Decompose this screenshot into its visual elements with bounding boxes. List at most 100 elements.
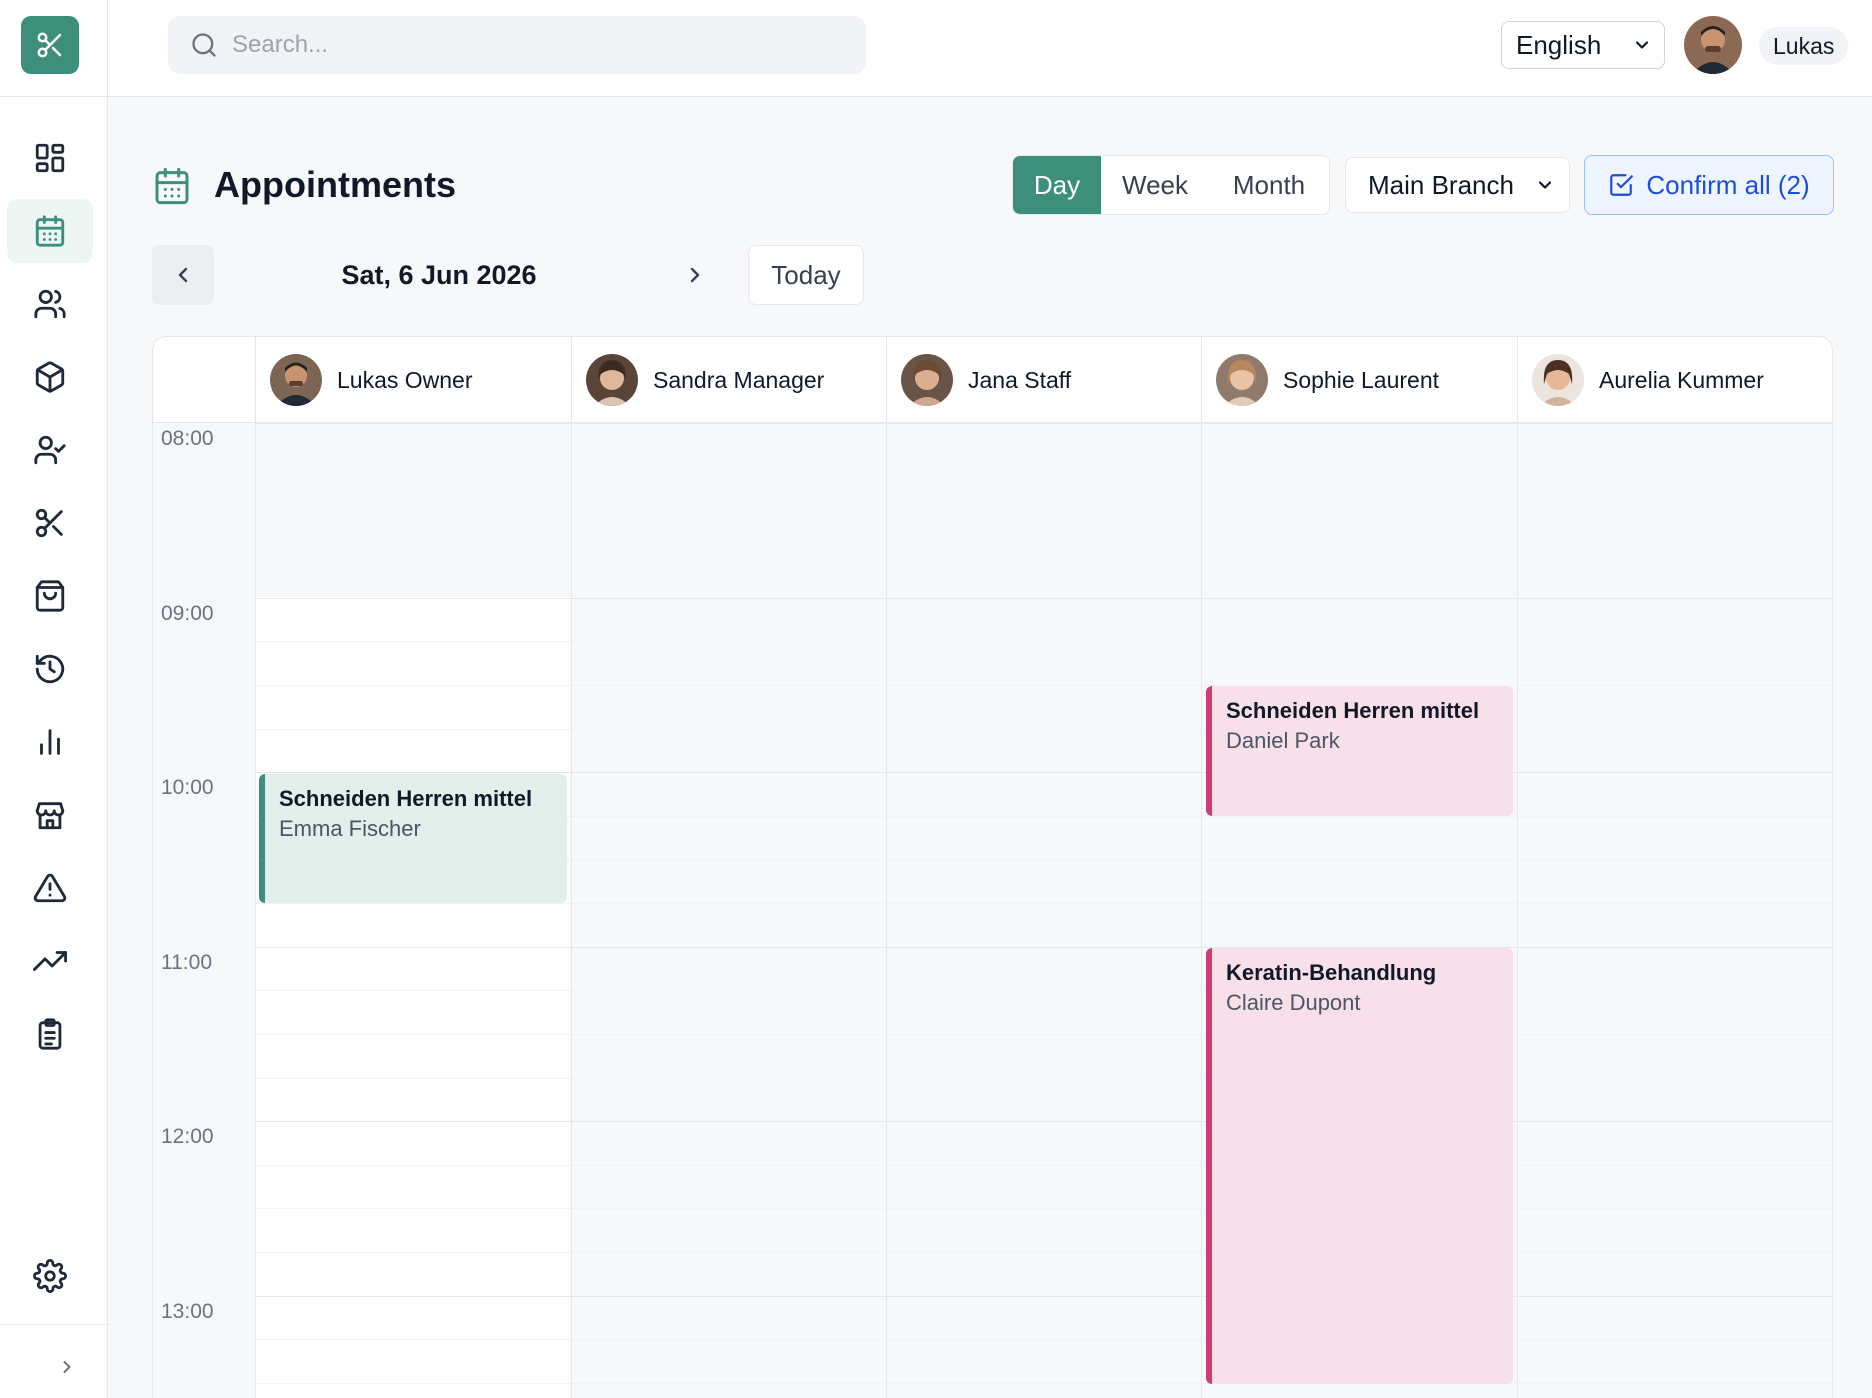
quarter-line [255, 1208, 1832, 1209]
staff-name: Lukas Owner [337, 366, 473, 393]
user-name: Lukas [1773, 32, 1835, 59]
topbar: English Lukas [108, 0, 1872, 97]
sidebar-item-alerts[interactable] [7, 856, 93, 920]
staff-column-header[interactable]: Sandra Manager [571, 337, 886, 423]
bar-chart-icon [40, 729, 60, 755]
sidebar-item-dashboard[interactable] [7, 126, 93, 190]
hour-line [255, 1121, 1832, 1122]
view-month-button[interactable]: Month [1209, 156, 1329, 214]
branch-value: Main Branch [1368, 169, 1514, 200]
page-title: Appointments [214, 164, 456, 205]
appointment-service: Keratin-Behandlung [1226, 960, 1437, 985]
closed-time-block [571, 597, 1832, 1398]
sidebar-item-products[interactable] [7, 345, 93, 409]
appointment-service: Schneiden Herren mittel [279, 786, 533, 811]
search-input[interactable] [232, 31, 832, 59]
staff-avatar [586, 354, 638, 406]
column-divider [571, 423, 572, 1398]
staff-column-header[interactable]: Sophie Laurent [1201, 337, 1517, 423]
staff-name: Aurelia Kummer [1599, 366, 1764, 393]
appointment-card[interactable]: Schneiden Herren mittel Daniel Park [1206, 686, 1513, 816]
sidebar-divider [0, 1324, 108, 1325]
sidebar-item-analytics[interactable] [7, 929, 93, 993]
time-label: 13:00 [161, 1300, 214, 1323]
sidebar-item-branches[interactable] [7, 783, 93, 847]
appointment-client: Emma Fischer [279, 816, 421, 841]
settings-icon [33, 1259, 67, 1293]
sidebar-item-staff[interactable] [7, 418, 93, 482]
appointment-card[interactable]: Keratin-Behandlung Claire Dupont [1206, 948, 1513, 1384]
closed-time-block [255, 423, 1832, 597]
previous-day-button[interactable] [152, 245, 214, 305]
trending-up-icon [33, 951, 67, 971]
calendar-icon [35, 215, 65, 247]
alert-triangle-icon [33, 873, 67, 903]
day-calendar: 08:00 09:00 10:00 11:00 12:00 13:00 Luka… [152, 336, 1833, 1398]
hour-line [255, 598, 1832, 599]
user-name-chip[interactable]: Lukas [1759, 27, 1849, 65]
quarter-line [255, 729, 1832, 730]
staff-name: Sandra Manager [653, 366, 825, 393]
history-icon [35, 654, 65, 684]
confirm-all-button[interactable]: Confirm all (2) [1584, 155, 1834, 215]
staff-column-header[interactable]: Jana Staff [886, 337, 1201, 423]
chevron-right-icon [63, 1361, 71, 1373]
staff-avatar [1532, 354, 1584, 406]
scissors-icon [35, 508, 63, 538]
appointment-card[interactable]: Schneiden Herren mittel Emma Fischer [259, 774, 567, 903]
sidebar-item-history[interactable] [7, 637, 93, 701]
quarter-line [255, 1034, 1832, 1035]
appointment-client: Claire Dupont [1226, 990, 1361, 1015]
store-icon [35, 802, 65, 830]
column-divider [1517, 423, 1518, 1398]
users-icon [34, 289, 66, 319]
sidebar-expand-button[interactable] [50, 1350, 84, 1384]
time-label: 08:00 [161, 427, 214, 450]
quarter-line [255, 990, 1832, 991]
clipboard-icon [38, 1018, 62, 1050]
column-divider [1201, 423, 1202, 1398]
view-week-button[interactable]: Week [1101, 156, 1209, 214]
quarter-line [255, 685, 1832, 686]
sidebar-divider [0, 96, 108, 97]
user-check-icon [34, 435, 66, 465]
hour-line [255, 423, 1832, 424]
user-avatar[interactable] [1684, 16, 1742, 74]
sidebar-item-services[interactable] [7, 491, 93, 555]
hour-line [255, 1296, 1832, 1297]
sidebar [0, 0, 108, 1398]
sidebar-item-settings[interactable] [7, 1244, 93, 1308]
time-label: 10:00 [161, 776, 214, 799]
sidebar-item-tasks[interactable] [7, 1002, 93, 1066]
quarter-line [255, 1165, 1832, 1166]
chevron-right-icon [690, 267, 700, 283]
time-label: 12:00 [161, 1125, 214, 1148]
sidebar-item-customers[interactable] [7, 272, 93, 336]
quarter-line [255, 1078, 1832, 1079]
staff-avatar [270, 354, 322, 406]
quarter-line [255, 1252, 1832, 1253]
app-logo[interactable] [21, 16, 79, 74]
closed-time-block [1201, 423, 1517, 597]
appointment-client: Daniel Park [1226, 728, 1340, 753]
chevron-left-icon [178, 267, 188, 283]
search-icon [192, 33, 216, 57]
today-button[interactable]: Today [748, 245, 864, 305]
sidebar-item-appointments[interactable] [7, 199, 93, 263]
sidebar-item-shop[interactable] [7, 564, 93, 628]
package-icon [35, 361, 65, 393]
calendar-icon [152, 166, 192, 206]
branch-select[interactable]: Main Branch [1345, 157, 1570, 213]
time-column [153, 423, 255, 1398]
staff-column-header[interactable]: Aurelia Kummer [1517, 337, 1832, 423]
quarter-line [255, 1383, 1832, 1384]
staff-column-header[interactable]: Lukas Owner [255, 337, 571, 423]
next-day-button[interactable] [664, 245, 726, 305]
sidebar-item-reports[interactable] [7, 710, 93, 774]
staff-name: Sophie Laurent [1283, 366, 1440, 393]
view-day-button[interactable]: Day [1013, 156, 1101, 214]
search-box[interactable] [168, 16, 866, 74]
staff-avatar [901, 354, 953, 406]
language-select[interactable]: English [1501, 21, 1665, 69]
chevron-down-icon [1538, 181, 1552, 189]
